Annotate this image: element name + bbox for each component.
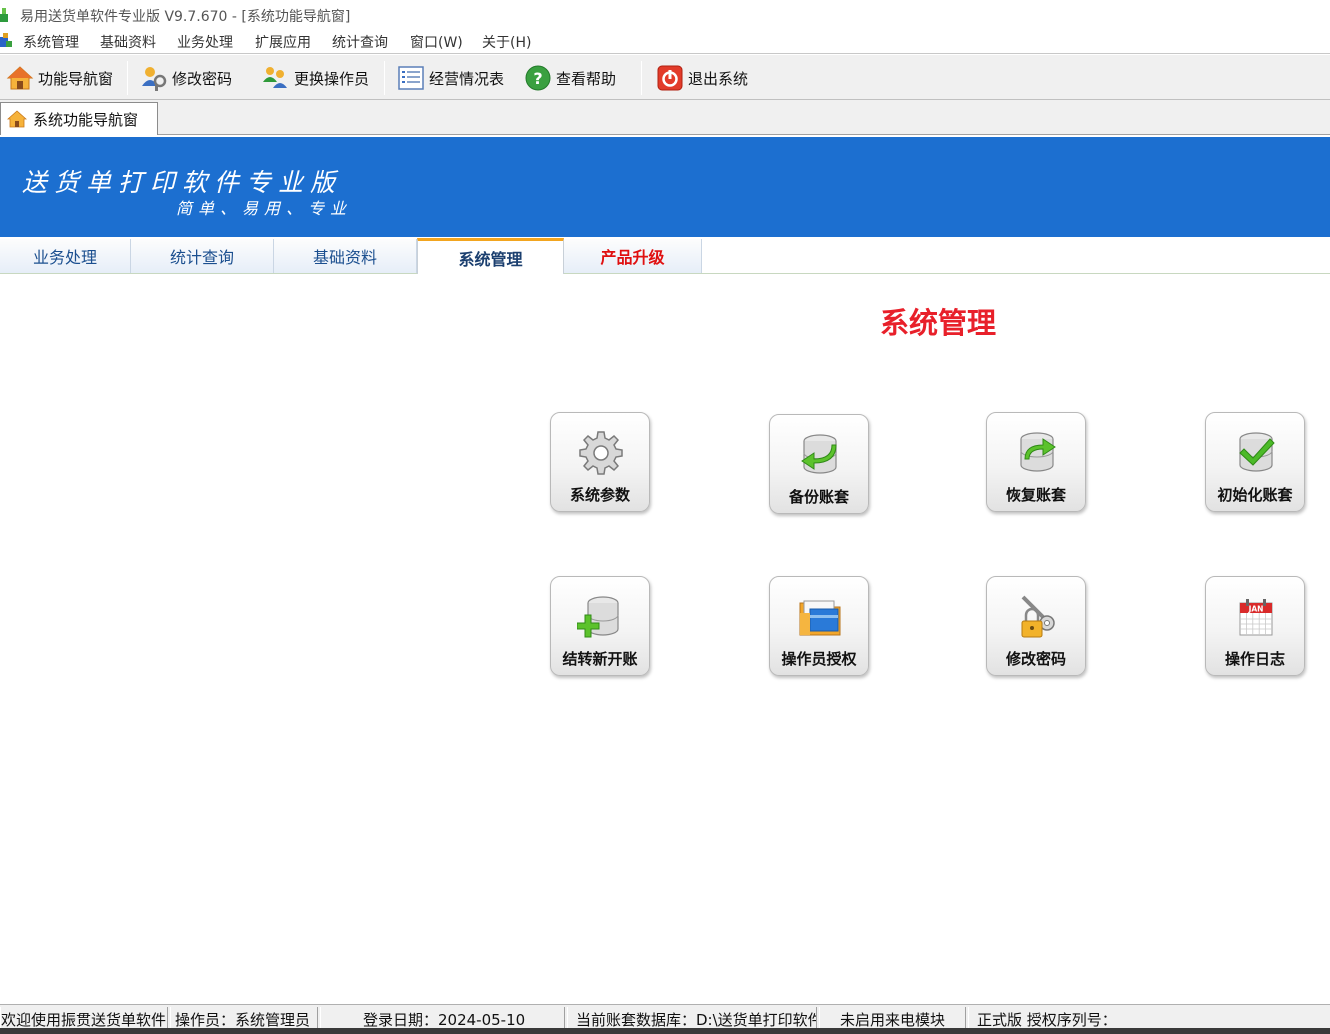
tile-label: 结转新开账 (562, 650, 638, 668)
tab-statistics[interactable]: 统计查询 (131, 239, 274, 273)
menu-system[interactable]: 系统管理 (21, 32, 81, 52)
svg-text:?: ? (533, 69, 542, 88)
tile-label: 操作员授权 (781, 650, 857, 668)
document-tab-strip: 系统功能导航窗 (0, 100, 1330, 135)
window-title: 易用送货单软件专业版 V9.7.670 - [系统功能导航窗] (20, 9, 351, 25)
operator-permission-button[interactable]: 操作员授权 (769, 576, 869, 676)
tab-product-upgrade[interactable]: 产品升级 (564, 239, 702, 273)
doc-tab-label: 系统功能导航窗 (33, 110, 139, 129)
toolbar-separator (641, 61, 642, 95)
banner-slogan: 简单、易用、专业 (176, 199, 353, 218)
carry-over-button[interactable]: 结转新开账 (550, 576, 650, 676)
menu-bar: 系统管理 基础资料 业务处理 扩展应用 统计查询 窗口(W) 关于(H) (0, 30, 1330, 54)
help-button[interactable]: ? 查看帮助 (524, 63, 616, 93)
user-key-icon (142, 67, 167, 91)
menu-statistics[interactable]: 统计查询 (330, 32, 390, 52)
banner: 送货单打印软件专业版 简单、易用、专业 (0, 137, 1330, 237)
report-list-icon (398, 66, 424, 90)
tile-label: 操作日志 (1224, 650, 1285, 668)
tile-label: 初始化账套 (1217, 486, 1293, 504)
tile-label: 恢复账套 (1005, 486, 1066, 504)
change-password-label: 修改密码 (172, 69, 233, 88)
banner-title: 送货单打印软件专业版 (22, 168, 343, 197)
menu-window[interactable]: 窗口(W) (408, 32, 465, 52)
init-account-button[interactable]: 初始化账套 (1205, 412, 1305, 512)
toolbar-separator (127, 61, 128, 95)
menu-business[interactable]: 业务处理 (175, 32, 235, 52)
menu-extensions[interactable]: 扩展应用 (253, 32, 313, 52)
menu-basic-data[interactable]: 基础资料 (98, 32, 158, 52)
title-bar: 易用送货单软件专业版 V9.7.670 - [系统功能导航窗] (0, 0, 1330, 30)
home-icon (7, 110, 27, 128)
tile-label: 备份账套 (788, 488, 849, 506)
database-restore-icon (1020, 432, 1056, 472)
users-switch-icon (263, 67, 287, 88)
nav-window-button[interactable]: 功能导航窗 (6, 63, 113, 93)
mdi-app-icon[interactable] (0, 33, 14, 49)
menu-about[interactable]: 关于(H) (480, 32, 533, 52)
business-report-button[interactable]: 经营情况表 (397, 63, 504, 93)
calendar-icon: JAN (1239, 599, 1273, 636)
database-add-icon (577, 596, 619, 638)
app-icon (0, 8, 8, 22)
change-password-button[interactable]: 修改密码 (140, 63, 232, 93)
doc-tab-nav-window[interactable]: 系统功能导航窗 (0, 102, 158, 135)
gear-icon (579, 431, 623, 475)
taskbar-edge (0, 1028, 1330, 1034)
power-icon (657, 65, 683, 91)
restore-account-button[interactable]: 恢复账套 (986, 412, 1086, 512)
lock-key-icon (1021, 595, 1055, 638)
backup-account-button[interactable]: 备份账套 (769, 414, 869, 514)
switch-operator-label: 更换操作员 (294, 69, 370, 88)
database-init-icon (1239, 432, 1275, 472)
toolbar: 功能导航窗 修改密码 更换操作员 经营情况表 ? 查看帮助 退出系统 (0, 55, 1330, 100)
tab-basic-data[interactable]: 基础资料 (274, 239, 417, 273)
nav-window-label: 功能导航窗 (38, 69, 114, 88)
section-title: 系统管理 (880, 306, 997, 340)
module-tabs: 业务处理 统计查询 基础资料 系统管理 产品升级 (0, 237, 1330, 274)
change-password-tile-button[interactable]: 修改密码 (986, 576, 1086, 676)
tab-system-management[interactable]: 系统管理 (417, 238, 564, 274)
tile-label: 系统参数 (569, 486, 630, 504)
tile-label: 修改密码 (1005, 650, 1066, 668)
toolbar-separator (384, 61, 385, 95)
calendar-month-text: JAN (1248, 605, 1264, 614)
system-params-button[interactable]: 系统参数 (550, 412, 650, 512)
exit-label: 退出系统 (688, 69, 749, 88)
database-backup-icon (801, 434, 837, 474)
tab-business[interactable]: 业务处理 (0, 239, 131, 273)
switch-operator-button[interactable]: 更换操作员 (262, 63, 369, 93)
help-icon: ? (525, 65, 551, 91)
business-report-label: 经营情况表 (429, 69, 505, 88)
home-icon (6, 66, 34, 90)
folder-permission-icon (799, 600, 841, 636)
exit-button[interactable]: 退出系统 (656, 63, 748, 93)
help-label: 查看帮助 (556, 69, 617, 88)
operation-log-button[interactable]: JAN 操作日志 (1205, 576, 1305, 676)
